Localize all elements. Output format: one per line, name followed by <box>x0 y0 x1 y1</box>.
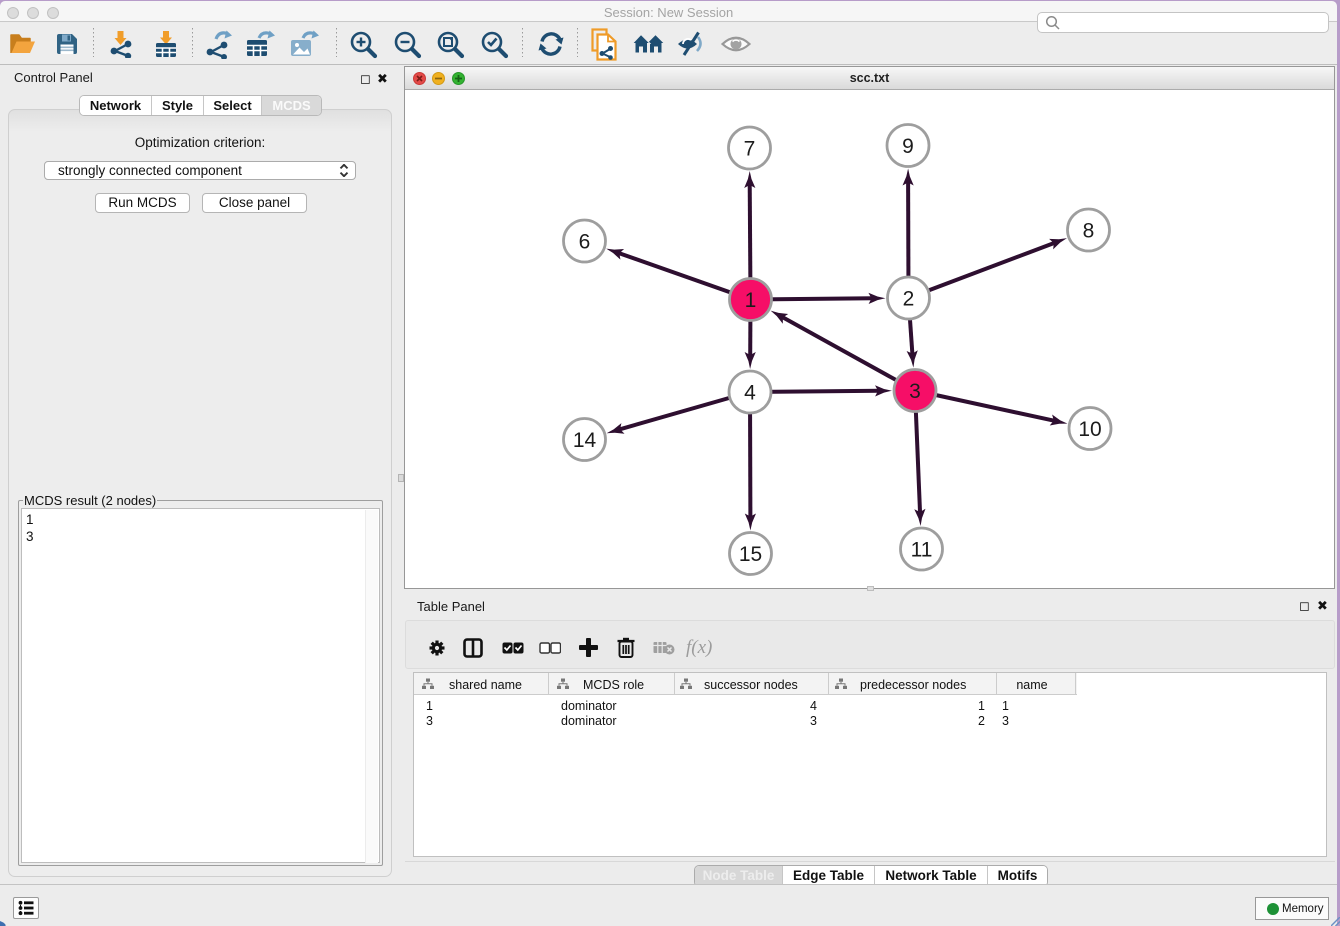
svg-text:8: 8 <box>1083 220 1095 243</box>
svg-text:14: 14 <box>573 429 597 452</box>
svg-text:6: 6 <box>579 231 591 254</box>
svg-text:1: 1 <box>745 289 757 312</box>
svg-text:3: 3 <box>909 380 921 403</box>
svg-text:11: 11 <box>911 539 933 562</box>
svg-text:2: 2 <box>903 288 915 311</box>
svg-text:4: 4 <box>744 382 756 405</box>
svg-text:15: 15 <box>739 543 762 566</box>
svg-text:7: 7 <box>744 138 756 161</box>
svg-text:9: 9 <box>902 135 914 158</box>
svg-text:10: 10 <box>1078 418 1101 441</box>
